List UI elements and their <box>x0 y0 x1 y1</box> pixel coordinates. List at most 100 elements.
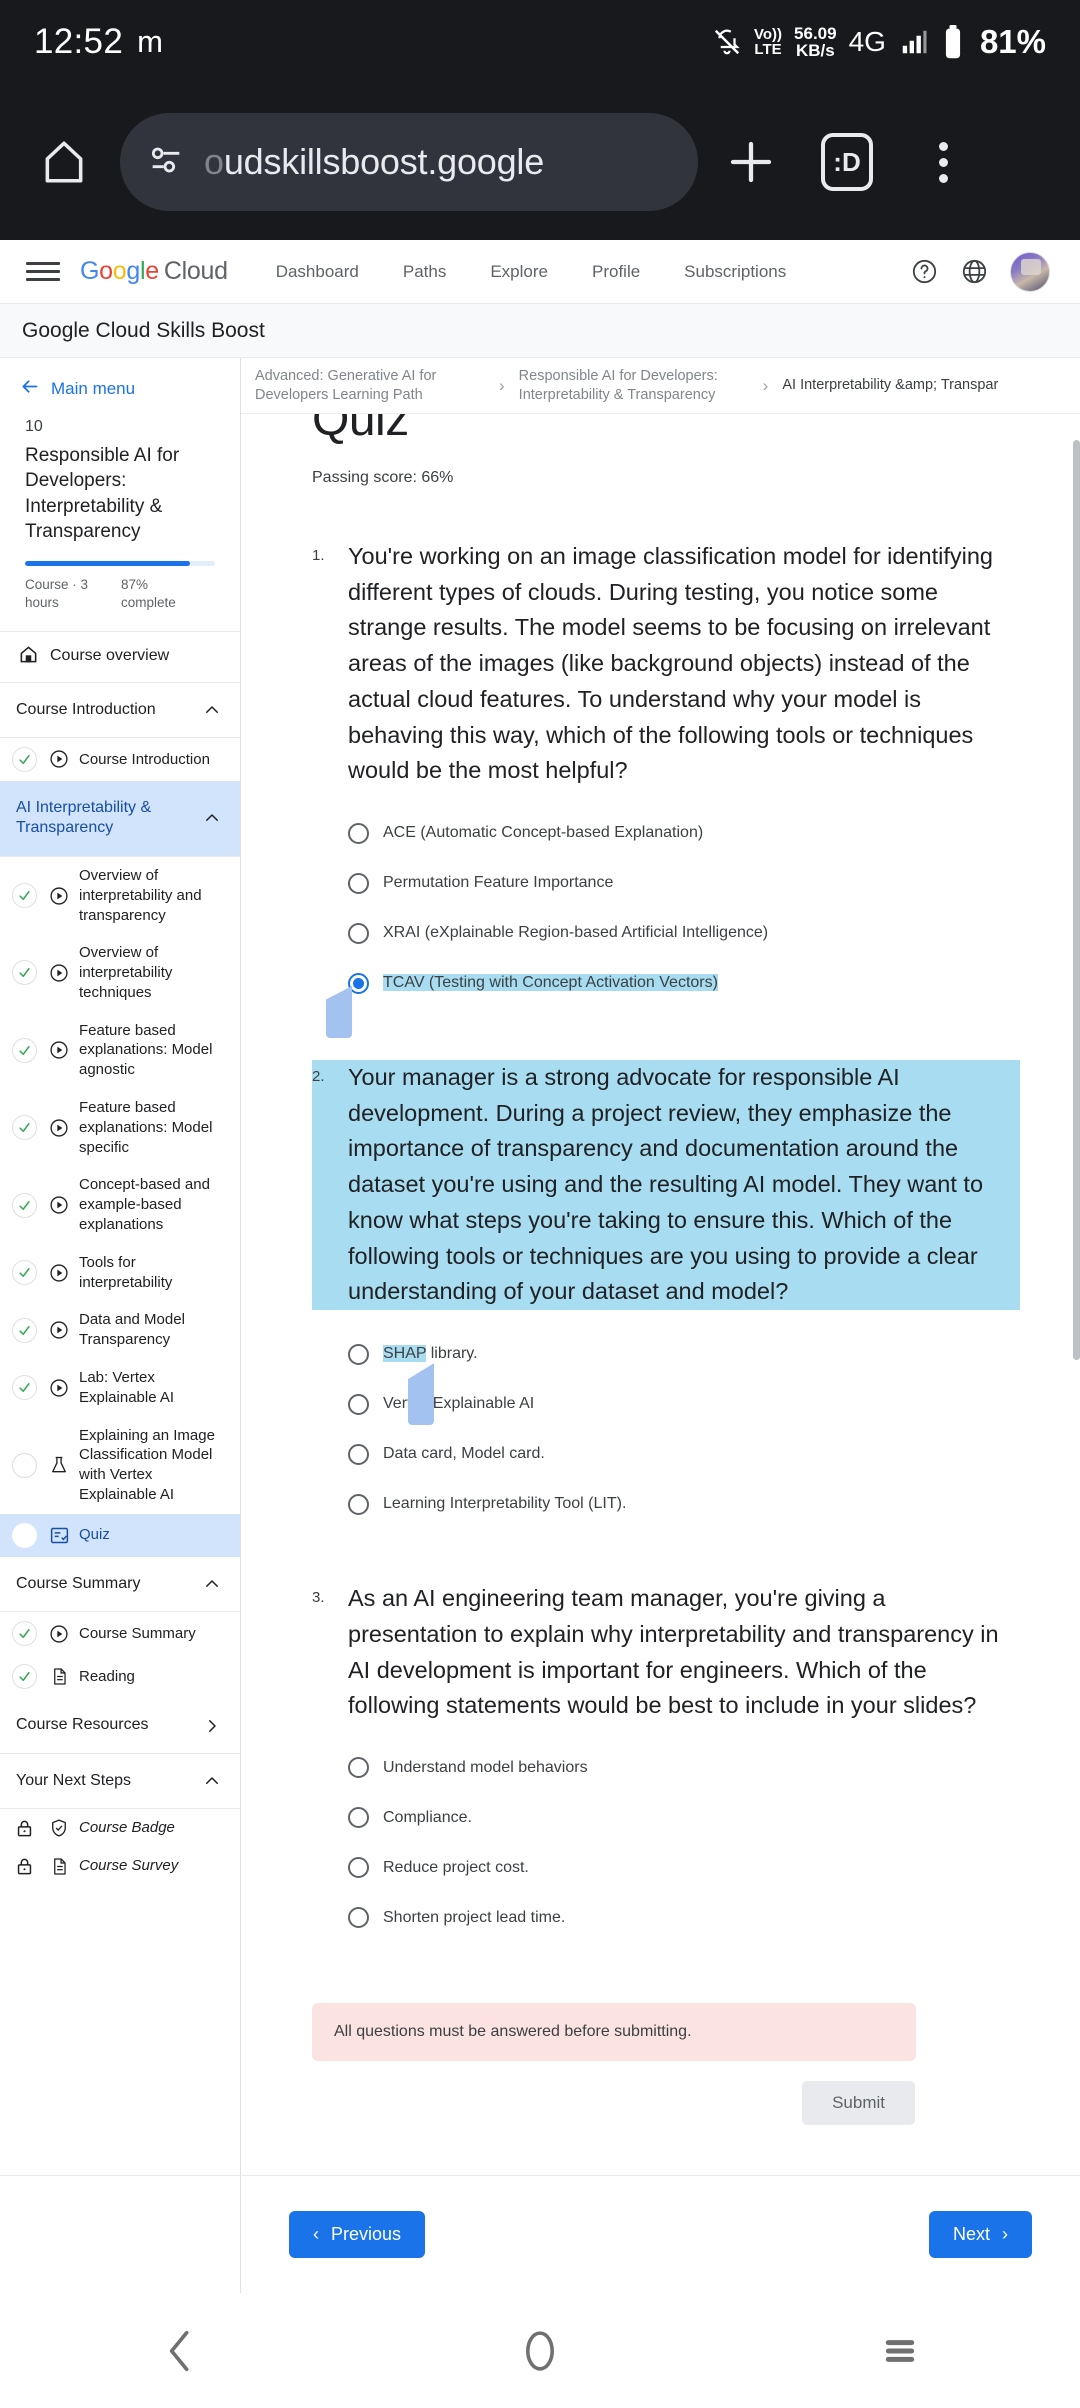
chevron-right-icon <box>203 1717 221 1735</box>
incomplete-circle-icon <box>12 1452 37 1478</box>
question-row: 2. Your manager is a strong advocate for … <box>312 1060 1020 1311</box>
sidebar-section-course-introduction[interactable]: Course Introduction <box>0 683 240 737</box>
address-bar[interactable]: oudskillsboost.google <box>120 113 698 211</box>
tune-icon[interactable] <box>146 140 186 185</box>
radio-button[interactable] <box>348 822 369 844</box>
new-tab-plus-icon[interactable] <box>708 119 794 205</box>
option-row[interactable]: Learning Interpretability Tool (LIT). <box>348 1479 1020 1529</box>
radio-button[interactable] <box>348 922 369 944</box>
sidebar-item-label: Course Introduction <box>79 750 210 768</box>
sidebar-item-course-overview[interactable]: Course overview <box>0 632 240 682</box>
option-list: SHAP library. Vertex Explainable AI Data c… <box>312 1329 1020 1529</box>
globe-icon[interactable] <box>960 258 988 286</box>
option-row[interactable]: Data card, Model card. <box>348 1429 1020 1479</box>
status-clock: 12:52 <box>34 22 124 61</box>
radio-button[interactable] <box>348 872 369 894</box>
nav-link-explore[interactable]: Explore <box>468 262 570 282</box>
page-navigation-footer: ‹ Previous Next › <box>241 2175 1080 2293</box>
quiz-content: Quiz Passing score: 66% 1. You're working… <box>241 414 1080 2175</box>
sidebar-item-quiz[interactable]: Quiz <box>0 1513 240 1557</box>
breadcrumb-item-1[interactable]: Advanced: Generative AI for Developers L… <box>255 367 485 404</box>
sidebar-item-label: Explaining an Image Classification Model… <box>79 1426 215 1504</box>
footer-sidebar-spacer <box>0 2175 241 2293</box>
option-row[interactable]: ACE (Automatic Concept-based Explanation… <box>348 808 1020 858</box>
breadcrumb-item-2[interactable]: Responsible AI for Developers: Interpret… <box>519 367 749 404</box>
sidebar-item-course-introduction[interactable]: Course Introduction <box>0 738 240 781</box>
sidebar-item-explaining-an-image-classification-model[interactable]: Explaining an Image Classification Model… <box>0 1417 240 1514</box>
play-circle-icon <box>48 1263 70 1283</box>
completed-check-icon <box>12 1621 37 1647</box>
option-row[interactable]: Reduce project cost. <box>348 1843 1020 1893</box>
vertical-scrollbar[interactable] <box>1073 440 1080 1360</box>
sidebar-item-feature-based-explanations-model-agnosti[interactable]: Feature based explanations: Model agnost… <box>0 1012 240 1089</box>
option-label: XRAI (eXplainable Region-based Artificia… <box>383 924 769 942</box>
chevron-up-icon <box>203 1575 221 1593</box>
sidebar-item-course-summary[interactable]: Course Summary <box>0 1612 240 1655</box>
passing-score: Passing score: 66% <box>312 469 454 486</box>
logo-o1: o <box>99 257 113 285</box>
document-icon <box>48 1667 70 1686</box>
avatar[interactable] <box>1010 251 1050 292</box>
sidebar-section-course-resources[interactable]: Course Resources <box>0 1698 240 1752</box>
radio-button[interactable] <box>348 1857 369 1879</box>
help-circle-icon[interactable] <box>910 258 938 286</box>
chevron-right-icon: › <box>762 375 769 395</box>
text-selection-handle[interactable] <box>326 986 352 1039</box>
completed-check-icon <box>12 1260 37 1286</box>
sidebar-item-tools-for-interpretability[interactable]: Tools for interpretability <box>0 1244 240 1302</box>
sidebar-item-feature-based-explanations-model-specifi[interactable]: Feature based explanations: Model specif… <box>0 1089 240 1166</box>
radio-button[interactable] <box>348 1393 369 1415</box>
browser-toolbar: oudskillsboost.google :D <box>0 84 1080 240</box>
option-row[interactable]: Vertex Explainable AI <box>348 1379 1020 1429</box>
sidebar-section-your-next-steps[interactable]: Your Next Steps <box>0 1754 240 1808</box>
sidebar-section-ai-interpretability-transparency[interactable]: AI Interpretability & Transparency <box>0 780 240 856</box>
sidebar-item-lab-vertex-explainable-ai[interactable]: Lab: Vertex Explainable AI <box>0 1359 240 1417</box>
option-row[interactable]: SHAP library. <box>348 1329 1020 1379</box>
sidebar-item-concept-based-and-example-based-explanat[interactable]: Concept-based and example-based explanat… <box>0 1166 240 1243</box>
previous-button[interactable]: ‹ Previous <box>289 2211 426 2258</box>
submit-button[interactable]: Submit <box>802 2080 915 2125</box>
sidebar-item-overview-of-interpretability-techniques[interactable]: Overview of interpretability techniques <box>0 934 240 1011</box>
radio-button[interactable] <box>348 1907 369 1929</box>
radio-button[interactable] <box>348 1807 369 1829</box>
sidebar-section-course-summary[interactable]: Course Summary <box>0 1557 240 1611</box>
chevron-right-icon: › <box>499 375 505 395</box>
option-row[interactable]: Compliance. <box>348 1793 1020 1843</box>
nav-link-subscriptions[interactable]: Subscriptions <box>662 262 808 282</box>
tab-switcher-button[interactable]: :D <box>804 119 890 205</box>
main-menu-back-button[interactable]: Main menu <box>0 358 240 414</box>
radio-button[interactable] <box>348 1443 369 1465</box>
nav-link-dashboard[interactable]: Dashboard <box>254 262 381 282</box>
home-circle-icon[interactable] <box>465 2301 615 2401</box>
option-row[interactable]: Shorten project lead time. <box>348 1893 1020 1943</box>
option-label: Permutation Feature Importance <box>383 874 614 892</box>
option-row[interactable]: Understand model behaviors <box>348 1743 1020 1793</box>
google-cloud-logo[interactable]: Google Cloud <box>80 257 228 286</box>
next-button[interactable]: Next › <box>928 2211 1032 2258</box>
sidebar-item-data-and-model-transparency[interactable]: Data and Model Transparency <box>0 1301 240 1359</box>
radio-button[interactable] <box>348 1493 369 1515</box>
sidebar-item-course-survey[interactable]: Course Survey <box>0 1847 240 1885</box>
play-circle-icon <box>48 1040 70 1060</box>
sidebar-item-course-badge[interactable]: Course Badge <box>0 1809 240 1847</box>
sidebar-item-label: Quiz <box>79 1526 110 1544</box>
option-row[interactable]: XRAI (eXplainable Region-based Artificia… <box>348 908 1020 958</box>
sidebar-item-overview-of-interpretability-and-transpa[interactable]: Overview of interpretability and transpa… <box>0 857 240 934</box>
hamburger-menu-icon[interactable] <box>26 262 60 281</box>
back-icon[interactable] <box>105 2301 255 2401</box>
radio-button[interactable] <box>348 1343 369 1365</box>
sidebar-item-reading[interactable]: Reading <box>0 1655 240 1698</box>
submit-row: Submit <box>241 2080 1080 2125</box>
nav-link-paths[interactable]: Paths <box>381 262 468 282</box>
recents-icon[interactable] <box>825 2301 975 2401</box>
option-row[interactable]: Permutation Feature Importance <box>348 858 1020 908</box>
radio-button[interactable] <box>348 1757 369 1779</box>
sidebar-item-label: Tools for interpretability <box>79 1253 173 1291</box>
completed-check-icon <box>12 1192 37 1218</box>
sidebar-section-label: Course Resources <box>16 1716 149 1734</box>
three-dot-menu-icon[interactable] <box>900 119 986 205</box>
home-icon[interactable] <box>28 126 100 198</box>
sidebar-label-course-overview: Course overview <box>50 647 170 665</box>
option-row[interactable]: TCAV (Testing with Concept Activation Ve… <box>348 958 1020 1008</box>
nav-link-profile[interactable]: Profile <box>570 262 662 282</box>
